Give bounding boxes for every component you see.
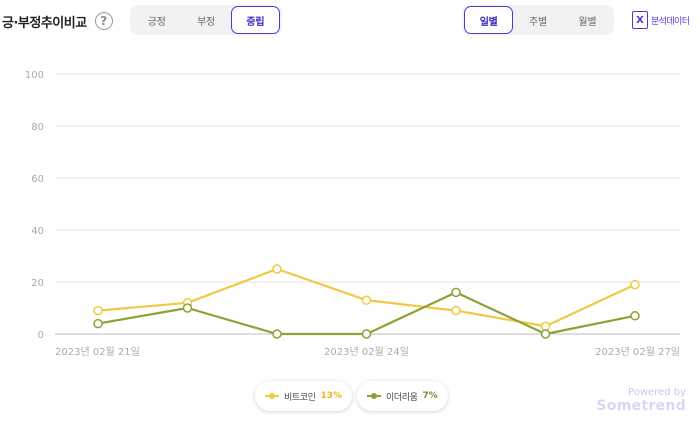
tab-daily[interactable]: 일별 — [464, 6, 514, 34]
tab-neutral[interactable]: 중립 — [230, 6, 280, 34]
page-title: 긍·부정추이비교 — [2, 15, 87, 31]
point-1-2 — [272, 329, 282, 339]
tab-negative[interactable]: 부정 — [181, 6, 230, 34]
point-1-1 — [182, 303, 193, 313]
point-0-4 — [451, 305, 461, 316]
point-1-0 — [93, 318, 103, 329]
trend-line-chart: 0 20 40 60 80 100 2023년 02월 21일 2023년 02월 24일 20… — [25, 70, 680, 358]
y-tick-label-20: 20 — [31, 278, 44, 289]
point-0-2 — [272, 264, 282, 274]
tab-positive[interactable]: 긍정 — [132, 6, 181, 34]
point-0-5 — [540, 321, 551, 331]
legend-swatch-bitcoin — [265, 392, 279, 400]
powered-by-branding: Powered by Sometrend — [596, 387, 686, 414]
point-1-6 — [630, 311, 640, 321]
excel-icon: X — [632, 11, 648, 29]
y-tick-label-60: 60 — [31, 174, 44, 185]
point-0-3 — [361, 295, 372, 305]
x-tick-label-6: 2023년 02월 27일 — [595, 346, 680, 358]
point-1-5 — [540, 329, 551, 339]
point-1-3 — [361, 329, 372, 339]
legend-name-bitcoin: 비트코인 — [284, 392, 316, 403]
x-tick-label-3: 2023년 02월 24일 — [324, 346, 409, 358]
point-0-0 — [93, 305, 103, 316]
point-0-6 — [630, 279, 640, 290]
tab-weekly[interactable]: 주별 — [513, 6, 562, 34]
x-tick-label-0: 2023년 02월 21일 — [55, 346, 140, 358]
legend-swatch-ethereum — [367, 392, 381, 400]
legend-item-bitcoin[interactable]: 비트코인 13% — [255, 381, 353, 411]
y-tick-label-40: 40 — [31, 226, 44, 237]
legend-name-ethereum: 이더리움 — [386, 392, 418, 403]
point-1-4 — [451, 287, 461, 298]
export-data-button[interactable]: X 분석데이터 — [632, 9, 690, 31]
tab-monthly[interactable]: 월별 — [563, 6, 612, 34]
y-tick-label-100: 100 — [25, 70, 44, 81]
y-tick-label-0: 0 — [38, 330, 44, 341]
legend-pct-ethereum: 7% — [422, 391, 438, 401]
legend-pct-bitcoin: 13% — [320, 391, 343, 401]
powered-by-text: Powered by — [628, 387, 686, 398]
title-row: 긍·부정추이비교 ? — [2, 6, 113, 36]
help-icon[interactable]: ? — [94, 12, 113, 30]
legend-item-ethereum[interactable]: 이더리움 7% — [357, 381, 448, 411]
period-filter: 일별 주별 월별 — [462, 5, 614, 35]
export-data-label: 분석데이터 — [651, 16, 690, 27]
sentiment-filter: 긍정 부정 중립 — [130, 5, 282, 35]
brand-logo-text: Sometrend — [596, 398, 686, 414]
y-tick-label-80: 80 — [31, 122, 44, 133]
